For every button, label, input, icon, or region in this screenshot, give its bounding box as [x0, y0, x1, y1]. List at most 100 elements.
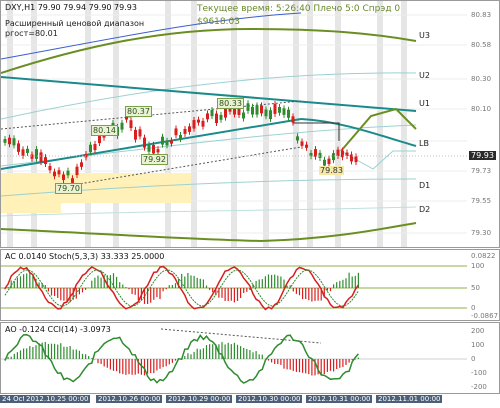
level-lb: LB: [419, 139, 429, 148]
candle-body: [192, 120, 196, 129]
price-tag: 79.92: [141, 154, 168, 165]
price-chart-pane[interactable]: DXY,H1 79.90 79.94 79.90 79.93 Расширенн…: [0, 0, 500, 248]
session-stripe: [307, 1, 313, 247]
support-zone: [1, 179, 61, 213]
price-axis-label: 80.58: [471, 41, 492, 49]
stochastic-pane[interactable]: AC 0.0140 Stoch(5,3,3) 33.333 25.0000 0.…: [0, 249, 500, 321]
candle-body: [278, 107, 281, 113]
candle-body: [354, 156, 358, 163]
candle-body: [318, 152, 322, 158]
server-time: Текущее время: 5:26:40 Плечо 5:0 Спрэд 0: [197, 4, 401, 14]
indicator-value: ргост=80.01: [5, 29, 58, 38]
price-tag: 79.70: [55, 183, 82, 194]
price-axis-label: 80.30: [471, 75, 492, 83]
candle-body: [17, 143, 20, 152]
candle-body: [53, 171, 56, 177]
cci-axis-label: -200: [471, 383, 487, 391]
level-u3: U3: [419, 31, 430, 40]
price-axis-label: 80.83: [471, 11, 492, 19]
candle-body: [273, 104, 277, 114]
candle-body: [39, 152, 43, 163]
candle-body: [255, 105, 259, 115]
stoch-axis-label: 50: [471, 284, 480, 292]
candle-body: [26, 148, 29, 153]
stoch-axis-label: -0.0867: [471, 312, 499, 320]
price-axis-label: 80.10: [471, 105, 492, 113]
stoch-axis-label: 100: [471, 262, 485, 270]
candle-body: [89, 144, 92, 153]
trading-terminal: { "header": { "symbol_line": "DXY,H1 79.…: [0, 0, 500, 408]
candle-body: [291, 116, 295, 123]
account-balance: $9618.03: [197, 17, 240, 27]
candle-body: [336, 149, 340, 157]
candle-body: [165, 140, 169, 146]
candle-body: [296, 136, 299, 141]
candle-body: [251, 106, 254, 115]
candle-body: [134, 129, 137, 140]
candle-body: [143, 137, 146, 148]
time-label: 2012.10.30 00:00: [236, 395, 303, 403]
candle-body: [35, 149, 38, 159]
candle-body: [332, 153, 335, 161]
upper-envelope-u3: [1, 27, 417, 74]
candle-body: [161, 136, 164, 145]
candle-body: [210, 110, 214, 117]
time-axis: 24 Oct 2012.10.25 00:00 2012.10.26 00:00…: [0, 394, 500, 408]
cci-label: AO -0.124 CCI(14) -3.0973: [5, 325, 111, 334]
time-label: 2012.10.31 00:00: [306, 395, 373, 403]
candle-body: [93, 144, 97, 151]
candle-body: [179, 135, 182, 140]
price-tag: 80.33: [217, 98, 244, 109]
stoch-axis-label: 0: [471, 304, 476, 312]
target-box: [293, 122, 340, 141]
candle-body: [206, 113, 209, 120]
candle-body: [30, 154, 34, 159]
time-label: 2012.10.25 00:00: [24, 395, 91, 403]
level-u1: U1: [419, 99, 430, 108]
price-axis-label: 79.73: [471, 167, 492, 175]
session-stripe: [293, 1, 299, 247]
time-label: 2012.10.26 00:00: [96, 395, 163, 403]
candle-body: [21, 149, 25, 156]
candle-body: [44, 157, 47, 165]
candle-body: [120, 122, 124, 130]
candle-body: [188, 126, 191, 132]
candle-body: [305, 144, 308, 148]
candle-body: [174, 128, 178, 136]
candle-body: [197, 119, 200, 123]
candle-body: [327, 158, 331, 165]
candle-body: [323, 159, 326, 166]
candle-body: [66, 170, 70, 176]
price-tag: 79.83: [319, 166, 344, 175]
candle-body: [246, 103, 250, 111]
cci-pane[interactable]: AO -0.124 CCI(14) -3.0973 200 100 0 -100…: [0, 322, 500, 394]
price-axis-label: 79.55: [471, 197, 492, 205]
candle-body: [183, 128, 187, 134]
symbol-header: DXY,H1 79.90 79.94 79.90 79.93: [5, 3, 137, 12]
channel-line: [1, 124, 417, 167]
candle-body: [264, 109, 268, 117]
candle-body: [57, 170, 61, 175]
candle-body: [282, 108, 286, 115]
price-axis-label: 79.30: [471, 229, 492, 237]
candle-body: [48, 166, 52, 171]
candle-body: [62, 174, 65, 180]
candle-body: [152, 144, 155, 154]
candle-body: [170, 140, 173, 144]
candle-body: [219, 114, 223, 120]
candle-body: [224, 108, 227, 118]
lower-envelope: [1, 222, 417, 243]
candle-body: [201, 120, 205, 127]
candle-body: [215, 113, 218, 124]
candle-body: [80, 162, 83, 167]
candle-body: [269, 110, 272, 120]
candle-body: [260, 105, 263, 114]
level-d2: D2: [419, 205, 431, 214]
candle-body: [237, 108, 241, 115]
cci-axis-label: 0: [471, 355, 476, 363]
cci-axis-label: 200: [471, 327, 485, 335]
price-tag: 80.37: [125, 106, 152, 117]
candle-body: [12, 138, 16, 146]
candle-body: [8, 137, 11, 145]
time-label: 2012.10.29 00:00: [166, 395, 233, 403]
